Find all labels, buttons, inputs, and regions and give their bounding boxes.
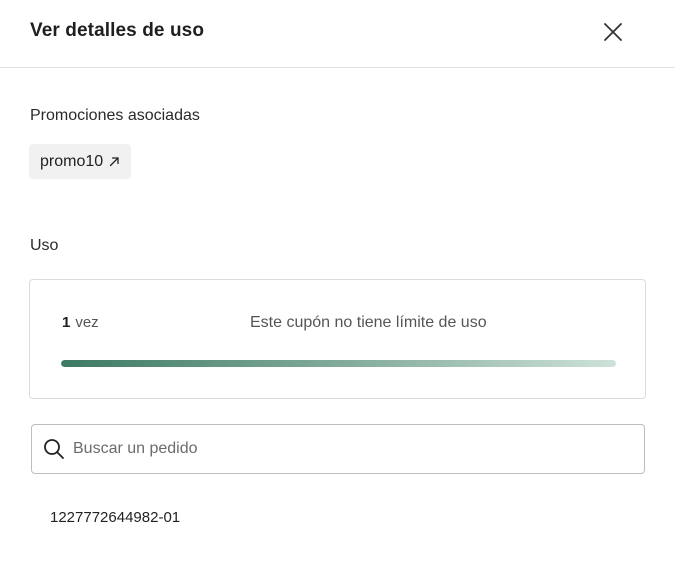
usage-count-unit: vez [75, 314, 99, 331]
usage-progress-fill [61, 360, 616, 367]
order-list-item[interactable]: 1227772644982-01 [50, 509, 180, 526]
external-link-arrow-icon [110, 157, 119, 167]
modal-title: Ver detalles de uso [30, 20, 205, 41]
usage-limit-text: Este cupón no tiene límite de uso [250, 314, 487, 331]
usage-details-modal: Ver detalles de uso Promociones asociada… [0, 0, 675, 574]
associated-promotions-label: Promociones asociadas [30, 107, 200, 124]
search-icon [43, 438, 65, 460]
usage-label: Uso [30, 237, 59, 254]
close-button[interactable] [600, 19, 626, 45]
usage-progress-bar [61, 360, 616, 367]
usage-count-number: 1 [62, 314, 71, 331]
usage-card: 1 vez Este cupón no tiene límite de uso [29, 279, 646, 399]
close-icon [604, 23, 622, 41]
modal-header: Ver detalles de uso [0, 0, 675, 68]
usage-count: 1 vez [62, 314, 99, 331]
promo-chip-label: promo10 [40, 152, 104, 170]
promo-link-chip[interactable]: promo10 [29, 144, 132, 179]
order-search-box[interactable] [31, 424, 645, 474]
order-search-input[interactable] [73, 425, 644, 473]
